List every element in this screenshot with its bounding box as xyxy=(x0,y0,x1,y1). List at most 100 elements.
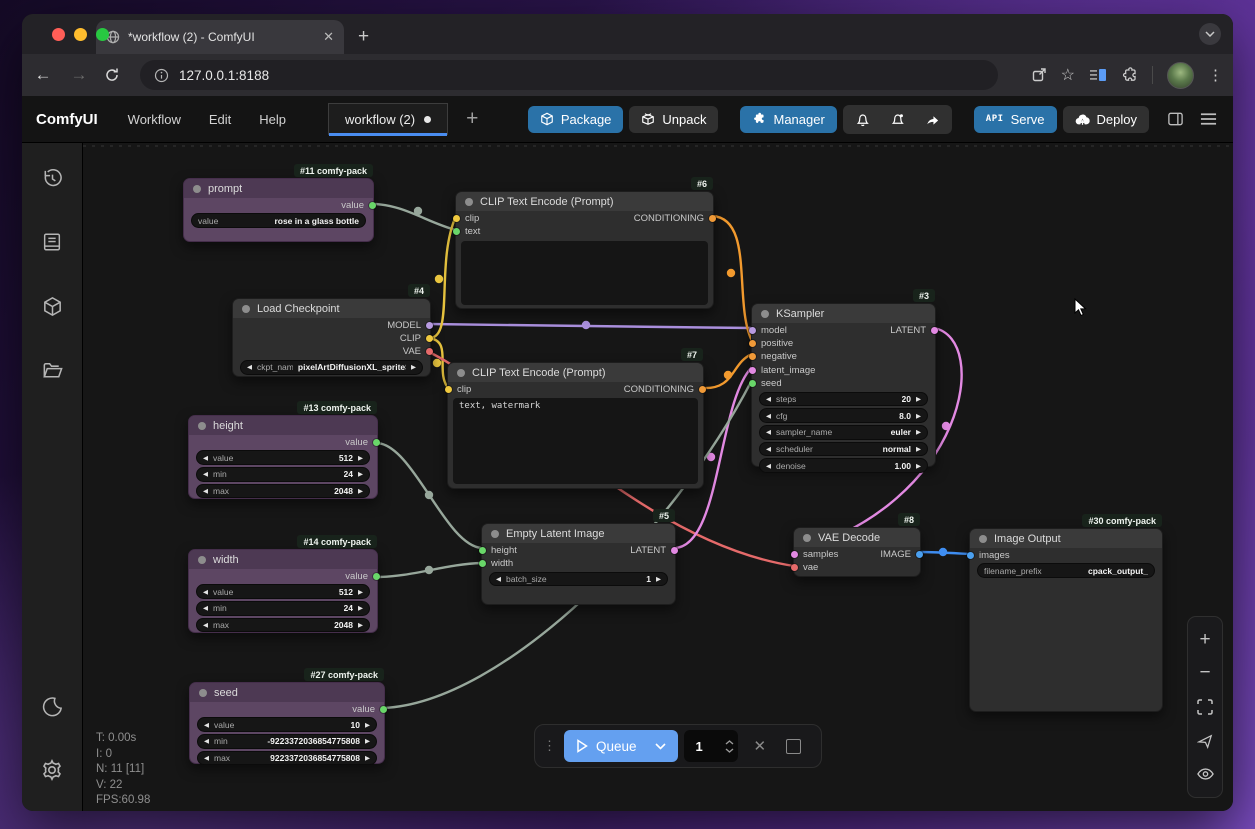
link-midpoint-dot[interactable] xyxy=(435,275,443,283)
widget-max[interactable]: ◀max2048▶ xyxy=(196,618,370,633)
node-title-bar[interactable]: VAE Decode xyxy=(794,528,920,547)
node-title-bar[interactable]: height xyxy=(189,416,377,435)
decrement-arrow-icon[interactable]: ◀ xyxy=(203,621,208,629)
link-midpoint-dot[interactable] xyxy=(727,269,735,277)
node-title-bar[interactable]: width xyxy=(189,550,377,569)
input-port-latent_image[interactable] xyxy=(749,367,756,374)
input-port-height[interactable] xyxy=(479,547,486,554)
share-icon[interactable] xyxy=(1031,67,1047,83)
link-midpoint-dot[interactable] xyxy=(942,422,950,430)
zoom-in-button[interactable]: + xyxy=(1193,628,1217,652)
input-port-samples[interactable] xyxy=(791,551,798,558)
stop-icon[interactable] xyxy=(786,739,801,754)
decrement-arrow-icon[interactable]: ◀ xyxy=(203,454,208,462)
input-port-text[interactable] xyxy=(453,228,460,235)
prompt-textarea[interactable]: text, watermark xyxy=(453,398,698,484)
forward-icon[interactable]: → xyxy=(68,65,90,85)
widget-steps[interactable]: ◀steps20▶ xyxy=(759,392,928,407)
link-midpoint-dot[interactable] xyxy=(724,371,732,379)
site-info-icon[interactable] xyxy=(154,68,169,83)
link-midpoint-dot[interactable] xyxy=(433,359,441,367)
widget-value[interactable]: valuerose in a glass bottle xyxy=(191,213,366,228)
increment-arrow-icon[interactable]: ▶ xyxy=(916,445,921,453)
decrement-arrow-icon[interactable]: ◀ xyxy=(204,737,209,745)
widget-value[interactable]: ◀value512▶ xyxy=(196,450,370,465)
output-port-value[interactable] xyxy=(380,706,387,713)
link-wire[interactable] xyxy=(712,216,752,341)
widget-max[interactable]: ◀max9223372036854775808▶ xyxy=(197,751,377,766)
queue-history-icon[interactable] xyxy=(31,157,73,199)
increment-arrow-icon[interactable]: ▶ xyxy=(916,395,921,403)
stepper-up-icon[interactable] xyxy=(725,740,734,745)
output-port-LATENT[interactable] xyxy=(931,327,938,334)
package-button[interactable]: Package xyxy=(528,106,624,133)
output-port-CONDITIONING[interactable] xyxy=(709,215,716,222)
output-port-value[interactable] xyxy=(373,573,380,580)
extensions-puzzle-icon[interactable] xyxy=(1121,67,1138,84)
collapse-dot-icon[interactable] xyxy=(242,305,250,313)
collapse-dot-icon[interactable] xyxy=(198,422,206,430)
node-height[interactable]: #13 comfy-packheightvalue◀value512▶◀min2… xyxy=(188,415,378,499)
increment-arrow-icon[interactable]: ▶ xyxy=(365,721,370,729)
node-image-output[interactable]: #30 comfy-packImage Outputimagesfilename… xyxy=(969,528,1163,712)
input-port-negative[interactable] xyxy=(749,353,756,360)
clear-queue-icon[interactable]: ✕ xyxy=(754,737,767,755)
new-workflow-button[interactable]: + xyxy=(466,107,478,131)
node-prompt[interactable]: #11 comfy-packpromptvaluevaluerose in a … xyxy=(183,178,374,242)
node-empty-latent-image[interactable]: #5Empty Latent ImageheightLATENTwidth◀ba… xyxy=(481,523,676,605)
widget-ckpt_name[interactable]: ◀ckpt_namepixelArtDiffusionXL_spriteSh..… xyxy=(240,360,423,375)
workflows-folder-icon[interactable] xyxy=(31,349,73,391)
drag-handle-icon[interactable]: ⋮ xyxy=(543,738,556,754)
menu-help[interactable]: Help xyxy=(247,106,298,133)
link-midpoint-dot[interactable] xyxy=(425,566,433,574)
decrement-arrow-icon[interactable]: ◀ xyxy=(766,462,771,470)
widget-min[interactable]: ◀min-9223372036854775808▶ xyxy=(197,734,377,749)
increment-arrow-icon[interactable]: ▶ xyxy=(411,363,416,371)
node-title-bar[interactable]: Load Checkpoint xyxy=(233,299,430,318)
collapse-dot-icon[interactable] xyxy=(193,185,201,193)
decrement-arrow-icon[interactable]: ◀ xyxy=(766,395,771,403)
widget-max[interactable]: ◀max2048▶ xyxy=(196,484,370,499)
output-port-value[interactable] xyxy=(373,439,380,446)
decrement-arrow-icon[interactable]: ◀ xyxy=(203,604,208,612)
widget-sampler_name[interactable]: ◀sampler_nameeuler▶ xyxy=(759,425,928,440)
output-port-CONDITIONING[interactable] xyxy=(699,386,706,393)
collapse-dot-icon[interactable] xyxy=(803,534,811,542)
input-port-width[interactable] xyxy=(479,560,486,567)
settings-gear-icon[interactable] xyxy=(31,749,73,791)
increment-arrow-icon[interactable]: ▶ xyxy=(358,621,363,629)
node-title-bar[interactable]: CLIP Text Encode (Prompt) xyxy=(448,363,703,382)
decrement-arrow-icon[interactable]: ◀ xyxy=(496,575,501,583)
node-seed[interactable]: #27 comfy-packseedvalue◀value10▶◀min-922… xyxy=(189,682,385,764)
collapse-dot-icon[interactable] xyxy=(198,556,206,564)
output-port-IMAGE[interactable] xyxy=(916,551,923,558)
output-port-value[interactable] xyxy=(369,202,376,209)
decrement-arrow-icon[interactable]: ◀ xyxy=(203,487,208,495)
input-port-vae[interactable] xyxy=(791,564,798,571)
minimize-window-button[interactable] xyxy=(74,28,87,41)
decrement-arrow-icon[interactable]: ◀ xyxy=(204,754,209,762)
url-bar[interactable]: 127.0.0.1:8188 xyxy=(140,60,998,90)
toggle-link-visibility-button[interactable] xyxy=(1193,762,1217,786)
queue-options-chevron-icon[interactable] xyxy=(655,743,666,750)
workflow-tab[interactable]: workflow (2) xyxy=(328,103,448,135)
decrement-arrow-icon[interactable]: ◀ xyxy=(204,721,209,729)
new-tab-button[interactable]: + xyxy=(358,26,369,54)
decrement-arrow-icon[interactable]: ◀ xyxy=(203,588,208,596)
collapse-dot-icon[interactable] xyxy=(465,198,473,206)
decrement-arrow-icon[interactable]: ◀ xyxy=(766,445,771,453)
batch-count-stepper[interactable]: 1 xyxy=(684,730,738,762)
input-port-positive[interactable] xyxy=(749,340,756,347)
theme-toggle-moon-icon[interactable] xyxy=(31,685,73,727)
collapse-dot-icon[interactable] xyxy=(199,689,207,697)
close-window-button[interactable] xyxy=(52,28,65,41)
notification-bell-icon[interactable] xyxy=(845,107,880,132)
deploy-button[interactable]: Deploy xyxy=(1063,106,1149,133)
prompt-textarea[interactable] xyxy=(461,241,708,305)
reload-icon[interactable] xyxy=(104,67,126,83)
widget-batch_size[interactable]: ◀batch_size1▶ xyxy=(489,572,668,587)
link-midpoint-dot[interactable] xyxy=(939,548,947,556)
zoom-out-button[interactable]: − xyxy=(1193,661,1217,685)
unpack-button[interactable]: Unpack xyxy=(629,106,718,133)
increment-arrow-icon[interactable]: ▶ xyxy=(358,588,363,596)
